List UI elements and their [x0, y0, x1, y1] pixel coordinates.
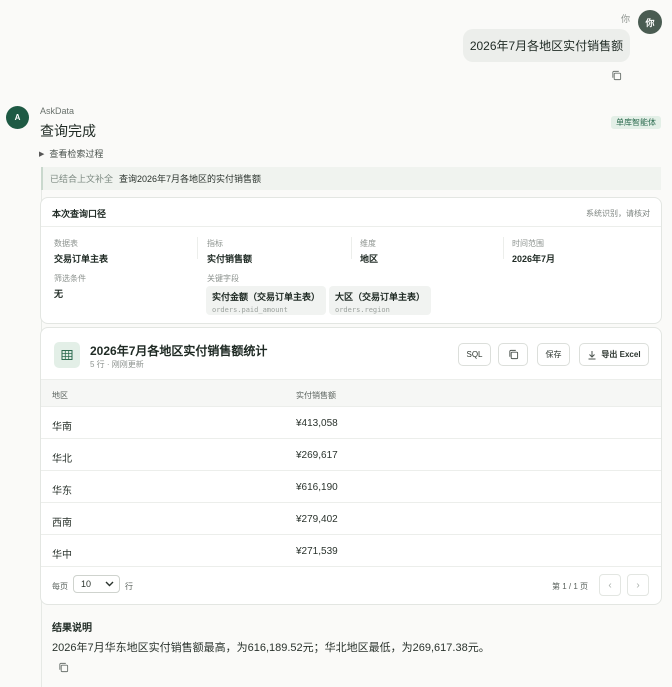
context-tag: 已结合上文补全 — [50, 174, 114, 184]
key-field-chip: 大区（交易订单主表） orders.region — [329, 286, 432, 315]
assistant-avatar: A — [6, 106, 29, 129]
save-button[interactable]: 保存 — [537, 343, 570, 366]
field-value: 地区 — [360, 254, 379, 264]
cell-sales: ¥413,058 — [296, 418, 338, 429]
pagination: 每页 10 行 第 1 / 1 页 ‹ › — [41, 570, 661, 600]
field-label: 关键字段 — [207, 274, 239, 283]
chevron-down-icon — [105, 581, 114, 587]
key-field-column: orders.region — [335, 306, 390, 314]
field-value: 实付销售额 — [207, 254, 253, 264]
result-title: 2026年7月各地区实付销售额统计 — [90, 344, 268, 358]
result-header: 2026年7月各地区实付销售额统计 5 行 · 刚刚更新 SQL 保存 导出 E… — [41, 328, 661, 379]
cell-region: 华南 — [52, 422, 72, 433]
criteria-title: 本次查询口径 — [52, 209, 107, 219]
field-label: 数据表 — [54, 239, 78, 248]
export-button-label: 导出 Excel — [601, 350, 641, 359]
result-subtitle: 5 行 · 刚刚更新 — [90, 360, 144, 369]
key-field-chip: 实付金额（交易订单主表） orders.paid_amount — [206, 286, 327, 315]
field-metric: 指标 实付销售额 — [207, 238, 252, 265]
assistant-name: AskData — [40, 106, 75, 116]
cell-sales: ¥616,190 — [296, 482, 338, 493]
result-card: 2026年7月各地区实付销售额统计 5 行 · 刚刚更新 SQL 保存 导出 E… — [40, 327, 662, 605]
explanation-text: 2026年7月华东地区实付销售额最高，为616,189.52元；华北地区最低，为… — [52, 642, 490, 654]
field-label: 指标 — [207, 239, 223, 248]
divider — [351, 237, 352, 259]
divider — [503, 237, 504, 259]
cell-region: 华东 — [52, 486, 72, 497]
field-filter: 筛选条件 无 — [54, 273, 86, 300]
field-time-range: 时间范围 2026年7月 — [512, 238, 555, 265]
key-field-column: orders.paid_amount — [212, 306, 288, 314]
column-header-sales: 实付销售额 — [296, 391, 336, 400]
copy-icon[interactable] — [611, 70, 622, 81]
explanation-title: 结果说明 — [52, 623, 92, 634]
criteria-header: 本次查询口径 系统识别，请核对 — [41, 198, 661, 227]
rows-label: 行 — [125, 582, 133, 591]
prev-page-button[interactable]: ‹ — [599, 574, 621, 596]
export-excel-button[interactable]: 导出 Excel — [579, 343, 649, 366]
context-text: 查询2026年7月各地区的实付销售额 — [119, 174, 262, 184]
copy-icon[interactable] — [58, 662, 69, 673]
cell-sales: ¥269,617 — [296, 450, 338, 461]
agent-badge: 单库智能体 — [611, 116, 661, 129]
copy-button[interactable] — [498, 343, 528, 366]
cell-region: 华北 — [52, 454, 72, 465]
per-page-select[interactable]: 10 — [73, 575, 120, 593]
per-page-value: 10 — [81, 579, 92, 589]
sql-button-label: SQL — [466, 350, 483, 359]
caret-right-icon: ▶ — [39, 150, 45, 158]
table-row: 华中 ¥271,539 — [41, 535, 661, 567]
field-label: 维度 — [360, 239, 376, 248]
next-page-button[interactable]: › — [627, 574, 649, 596]
field-label: 时间范围 — [512, 239, 544, 248]
field-table: 数据表 交易订单主表 — [54, 238, 108, 265]
process-toggle[interactable]: ▶ 查看检索过程 — [39, 147, 103, 160]
table-header: 地区 实付销售额 — [41, 379, 661, 407]
status-title: 查询完成 — [40, 123, 96, 139]
field-value: 无 — [54, 289, 64, 299]
sql-button[interactable]: SQL — [458, 343, 491, 366]
user-avatar: 你 — [638, 10, 662, 34]
field-key-fields: 关键字段 — [207, 273, 239, 284]
copy-icon — [508, 349, 518, 360]
field-value: 2026年7月 — [512, 254, 556, 264]
page-info: 第 1 / 1 页 — [551, 582, 588, 591]
per-page-label: 每页 — [52, 582, 68, 591]
key-field-name: 实付金额（交易订单主表） — [212, 292, 321, 302]
table-row: 华南 ¥413,058 — [41, 407, 661, 439]
download-icon — [588, 350, 596, 359]
table-row: 华北 ¥269,617 — [41, 439, 661, 471]
process-toggle-label: 查看检索过程 — [49, 149, 104, 159]
cell-sales: ¥271,539 — [296, 546, 338, 557]
save-button-label: 保存 — [545, 350, 562, 359]
table-icon — [54, 342, 80, 368]
table-row: 华东 ¥616,190 — [41, 471, 661, 503]
key-field-name: 大区（交易订单主表） — [335, 292, 426, 302]
divider — [197, 237, 198, 259]
cell-region: 华中 — [52, 550, 72, 561]
cell-region: 西南 — [52, 518, 72, 529]
context-bar: 已结合上文补全 查询2026年7月各地区的实付销售额 — [41, 167, 661, 190]
user-name: 你 — [620, 14, 630, 24]
field-value: 交易订单主表 — [54, 254, 109, 264]
field-label: 筛选条件 — [54, 274, 86, 283]
user-message-bubble: 2026年7月各地区实付销售额 — [463, 29, 630, 62]
table-row: 西南 ¥279,402 — [41, 503, 661, 535]
field-dimension: 维度 地区 — [360, 238, 378, 265]
column-header-region: 地区 — [52, 391, 68, 400]
criteria-subtitle: 系统识别，请核对 — [586, 209, 650, 218]
cell-sales: ¥279,402 — [296, 514, 338, 525]
query-criteria-card: 本次查询口径 系统识别，请核对 数据表 交易订单主表 指标 实付销售额 维度 地… — [40, 197, 662, 324]
